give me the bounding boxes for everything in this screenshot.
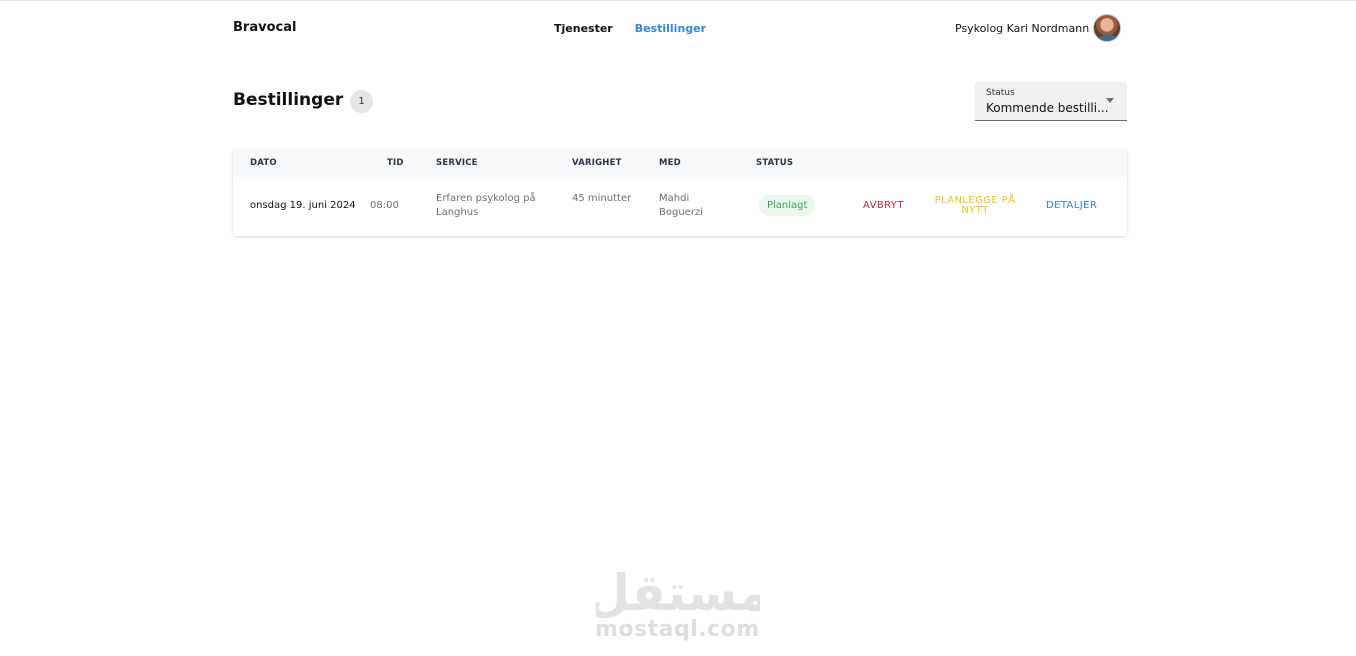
cell-dato: onsdag 19. juni 2024 [250, 200, 356, 211]
col-status: STATUS [756, 158, 794, 168]
col-dato: DATO [250, 158, 277, 168]
avatar-photo-icon [1097, 35, 1119, 41]
col-tid: TID [387, 158, 404, 168]
watermark-text: mostaql.com [595, 617, 760, 642]
reschedule-button[interactable]: PLANLEGGE PÅ NYTT [927, 196, 1023, 216]
watermark-arabic: مستقل [596, 564, 760, 620]
status-filter-select[interactable]: Status Kommende bestilli... [975, 82, 1127, 121]
cell-service: Erfaren psykolog på Langhus [436, 193, 536, 218]
details-button[interactable]: DETALJER [1046, 201, 1097, 211]
col-varighet: VARIGHET [572, 158, 622, 168]
app-header: Bravocal Tjenester Bestillinger Psykolog… [0, 1, 1356, 55]
bookings-table: DATO TID SERVICE VARIGHET MED STATUS ons… [233, 149, 1127, 236]
status-badge: Planlagt [759, 195, 816, 216]
brand-logo[interactable]: Bravocal [233, 20, 296, 35]
main-nav: Tjenester Bestillinger [554, 22, 706, 35]
user-name[interactable]: Psykolog Kari Nordmann [955, 22, 1089, 35]
count-badge: 1 [350, 90, 373, 113]
cell-tid: 08:00 [370, 200, 399, 211]
watermark-logo: مستقل [596, 564, 760, 620]
nav-bestillinger[interactable]: Bestillinger [635, 22, 706, 35]
table-header: DATO TID SERVICE VARIGHET MED STATUS [233, 149, 1127, 177]
status-filter-value: Kommende bestilli... [986, 101, 1109, 115]
status-filter-label: Status [986, 88, 1015, 98]
nav-tjenester[interactable]: Tjenester [554, 22, 613, 35]
avatar[interactable] [1093, 14, 1121, 42]
cell-varighet: 45 minutter [572, 193, 632, 204]
page-title: Bestillinger [233, 90, 344, 110]
col-med: MED [659, 158, 681, 168]
col-service: SERVICE [436, 158, 478, 168]
chevron-down-icon [1106, 98, 1114, 103]
cancel-button[interactable]: AVBRYT [863, 201, 904, 211]
cell-med: Mahdi Boguerzi [659, 193, 703, 218]
